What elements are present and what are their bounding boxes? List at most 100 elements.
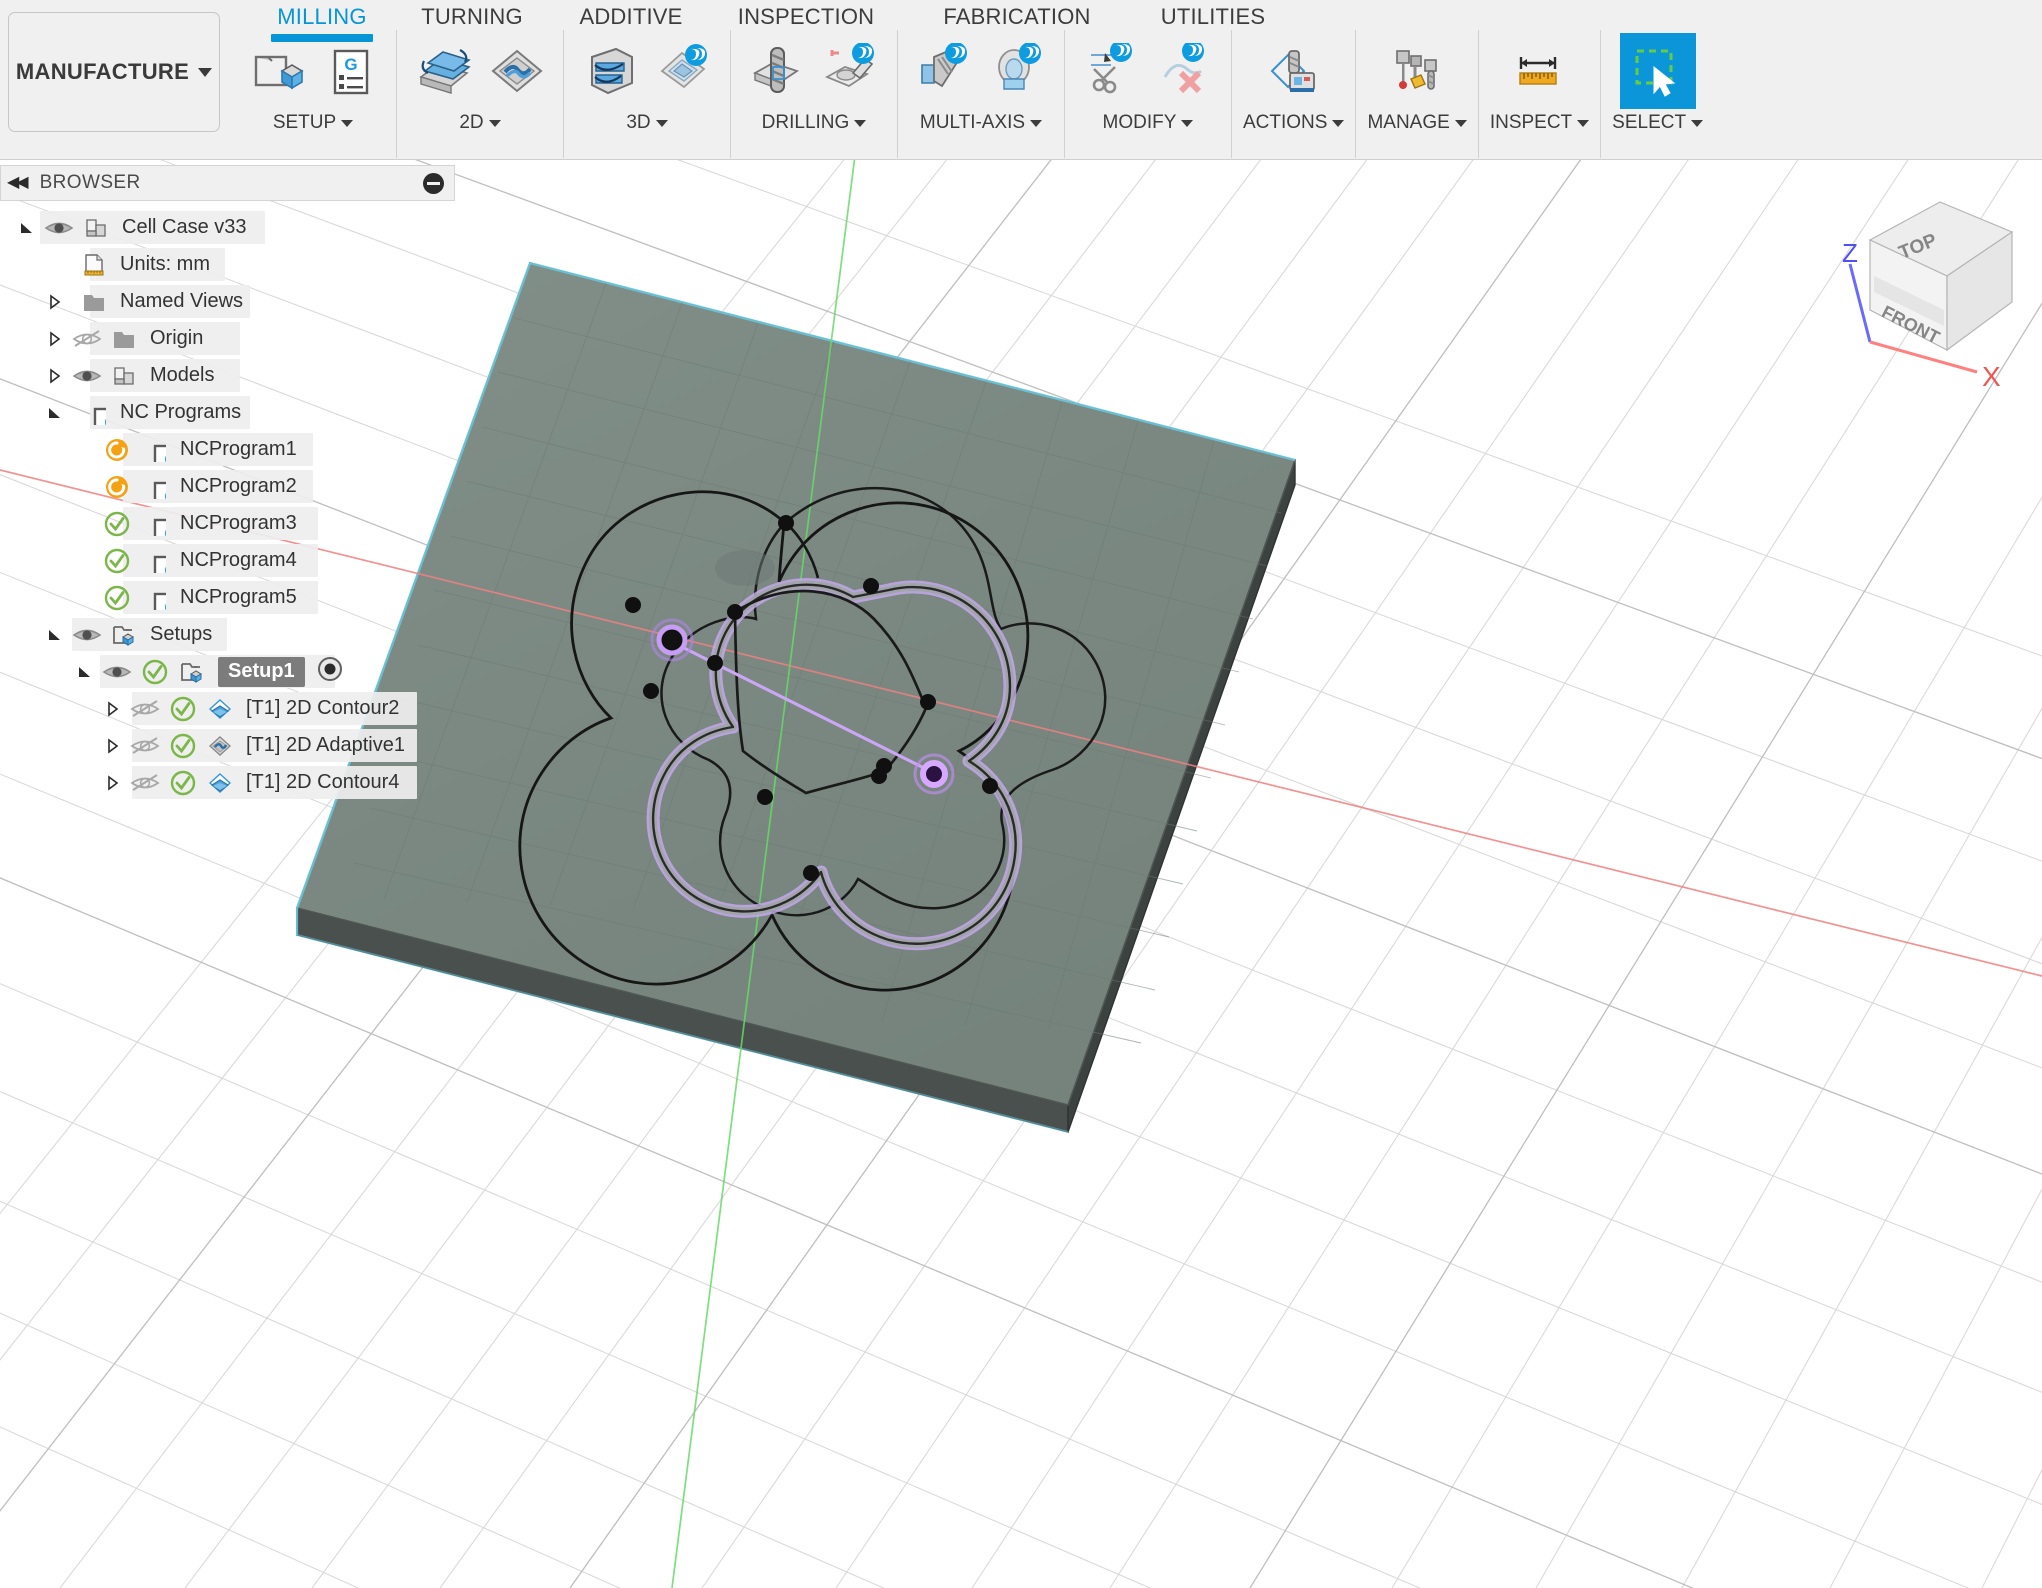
workspace-selector[interactable]: MANUFACTURE [8, 12, 220, 132]
tree-row[interactable]: Setups [0, 616, 455, 653]
panel-label[interactable]: DRILLING [762, 108, 867, 138]
panel-icon-row [1259, 30, 1329, 108]
tree-row[interactable]: [T1] 2D Contour4 [0, 764, 455, 801]
tab-additive[interactable]: ADDITIVE [556, 0, 706, 30]
tree-row[interactable]: [T1] 2D Contour2 [0, 690, 455, 727]
tree-row[interactable]: [T1] 2D Adaptive1 [0, 727, 455, 764]
eye-visible-icon[interactable] [68, 364, 106, 388]
panel-icon-row [1076, 30, 1220, 108]
panel-manage: MANAGE [1356, 30, 1479, 158]
tree-row[interactable]: G NC Programs [0, 394, 455, 431]
tab-label: UTILITIES [1160, 4, 1266, 29]
tab-inspection[interactable]: INSPECTION [706, 0, 906, 30]
eye-hidden-icon[interactable] [126, 697, 164, 721]
eye-visible-icon[interactable] [98, 660, 136, 684]
chevron-down-icon [655, 119, 668, 127]
tree-expand-arrow[interactable] [72, 663, 98, 681]
tab-utilities[interactable]: UTILITIES [1128, 0, 1298, 30]
tree-item-label: Setups [150, 623, 213, 645]
eye-hidden-icon[interactable] [126, 771, 164, 795]
panel-label[interactable]: SETUP [273, 108, 354, 138]
folder-icon [76, 290, 112, 314]
tree-row[interactable]: G NCProgram5 [0, 579, 455, 616]
tree-row[interactable]: G NCProgram1 [0, 431, 455, 468]
measure-icon[interactable] [1504, 35, 1574, 107]
eye-visible-icon[interactable] [68, 623, 106, 647]
panel-label[interactable]: MANAGE [1367, 108, 1467, 138]
panel-label-text: MODIFY [1102, 112, 1177, 133]
tree-expand-arrow[interactable] [42, 330, 68, 348]
tree-expand-arrow[interactable] [100, 774, 126, 792]
panel-label[interactable]: 3D [626, 108, 668, 138]
panel-label[interactable]: ACTIONS [1243, 108, 1345, 138]
svg-text:G: G [164, 450, 166, 462]
tree-expand-arrow[interactable] [14, 219, 40, 237]
tree-expand-arrow [72, 441, 98, 459]
tree-expand-arrow[interactable] [100, 737, 126, 755]
collapse-left-icon[interactable]: ◀◀ [7, 175, 29, 191]
status-warning-icon [98, 473, 136, 501]
panel-label[interactable]: MULTI-AXIS [920, 108, 1043, 138]
tree-expand-arrow[interactable] [42, 626, 68, 644]
panel-actions: ACTIONS [1232, 30, 1357, 158]
workspace-label: MANUFACTURE [15, 59, 190, 84]
nc-program-icon: G [136, 475, 172, 499]
panel-label[interactable]: SELECT [1612, 108, 1704, 138]
chevron-down-icon [341, 119, 354, 127]
tree-item-label: Units: mm [120, 253, 210, 275]
tab-fabrication[interactable]: FABRICATION [912, 0, 1122, 30]
tree-row[interactable]: G NCProgram2 [0, 468, 455, 505]
active-setup-radio[interactable] [317, 656, 343, 687]
panel-label[interactable]: 2D [459, 108, 501, 138]
tree-item-label: NCProgram4 [180, 549, 297, 571]
tree-row[interactable]: G NCProgram4 [0, 542, 455, 579]
tree-item-label: NCProgram2 [180, 475, 297, 497]
select-icon[interactable] [1619, 32, 1696, 109]
units-icon [76, 253, 112, 277]
eye-visible-icon[interactable] [40, 216, 78, 240]
tree-expand-arrow[interactable] [42, 367, 68, 385]
post-process-icon[interactable] [1259, 35, 1329, 107]
trim-icon[interactable] [1076, 35, 1146, 107]
setup-icon[interactable] [241, 35, 311, 107]
panel-setup: G SETUP [230, 30, 397, 158]
axis-z-label: Z [1842, 238, 1858, 268]
tool-library-icon[interactable] [1382, 35, 1452, 107]
eye-hidden-icon[interactable] [68, 327, 106, 351]
swarf-icon[interactable] [909, 35, 979, 107]
multiaxis-contour-icon[interactable] [983, 35, 1053, 107]
panel-icon-row [1619, 30, 1696, 109]
tree-row[interactable]: Cell Case v33 [0, 209, 455, 246]
tree-row[interactable]: Origin [0, 320, 455, 357]
tree-row[interactable]: Units: mm [0, 246, 455, 283]
tree-expand-arrow[interactable] [100, 700, 126, 718]
delete-toolpath-icon[interactable] [1150, 35, 1220, 107]
status-ok-icon [136, 658, 174, 686]
tree-row[interactable]: Setup1 [0, 653, 455, 690]
drill-icon[interactable] [742, 35, 812, 107]
tree-row[interactable]: Models [0, 357, 455, 394]
bore-icon[interactable] [816, 35, 886, 107]
minimize-icon[interactable] [423, 172, 444, 194]
viewcube[interactable]: TOP FRONT Z X [1812, 190, 2032, 392]
panel-label-text: SELECT [1612, 112, 1687, 133]
pocket3d-icon[interactable] [649, 35, 719, 107]
face-icon[interactable] [408, 35, 478, 107]
tab-turning[interactable]: TURNING [392, 0, 552, 30]
nc-program-icon: G [136, 586, 172, 610]
tab-label: TURNING [421, 4, 523, 29]
panel-label-text: 2D [459, 112, 484, 133]
panel-label[interactable]: MODIFY [1103, 108, 1194, 138]
tree-row[interactable]: Named Views [0, 283, 455, 320]
nc-program-icon: G [136, 512, 172, 536]
tree-expand-arrow[interactable] [42, 293, 68, 311]
tree-expand-arrow[interactable] [42, 404, 68, 422]
nc-program-icon[interactable]: G [315, 35, 385, 107]
tree-item-label: NC Programs [120, 401, 242, 423]
adaptive2d-icon[interactable] [482, 35, 552, 107]
tab-milling[interactable]: MILLING [252, 0, 392, 42]
panel-label[interactable]: INSPECT [1490, 108, 1590, 138]
tree-row[interactable]: G NCProgram3 [0, 505, 455, 542]
eye-hidden-icon[interactable] [126, 734, 164, 758]
adaptive3d-icon[interactable] [575, 35, 645, 107]
